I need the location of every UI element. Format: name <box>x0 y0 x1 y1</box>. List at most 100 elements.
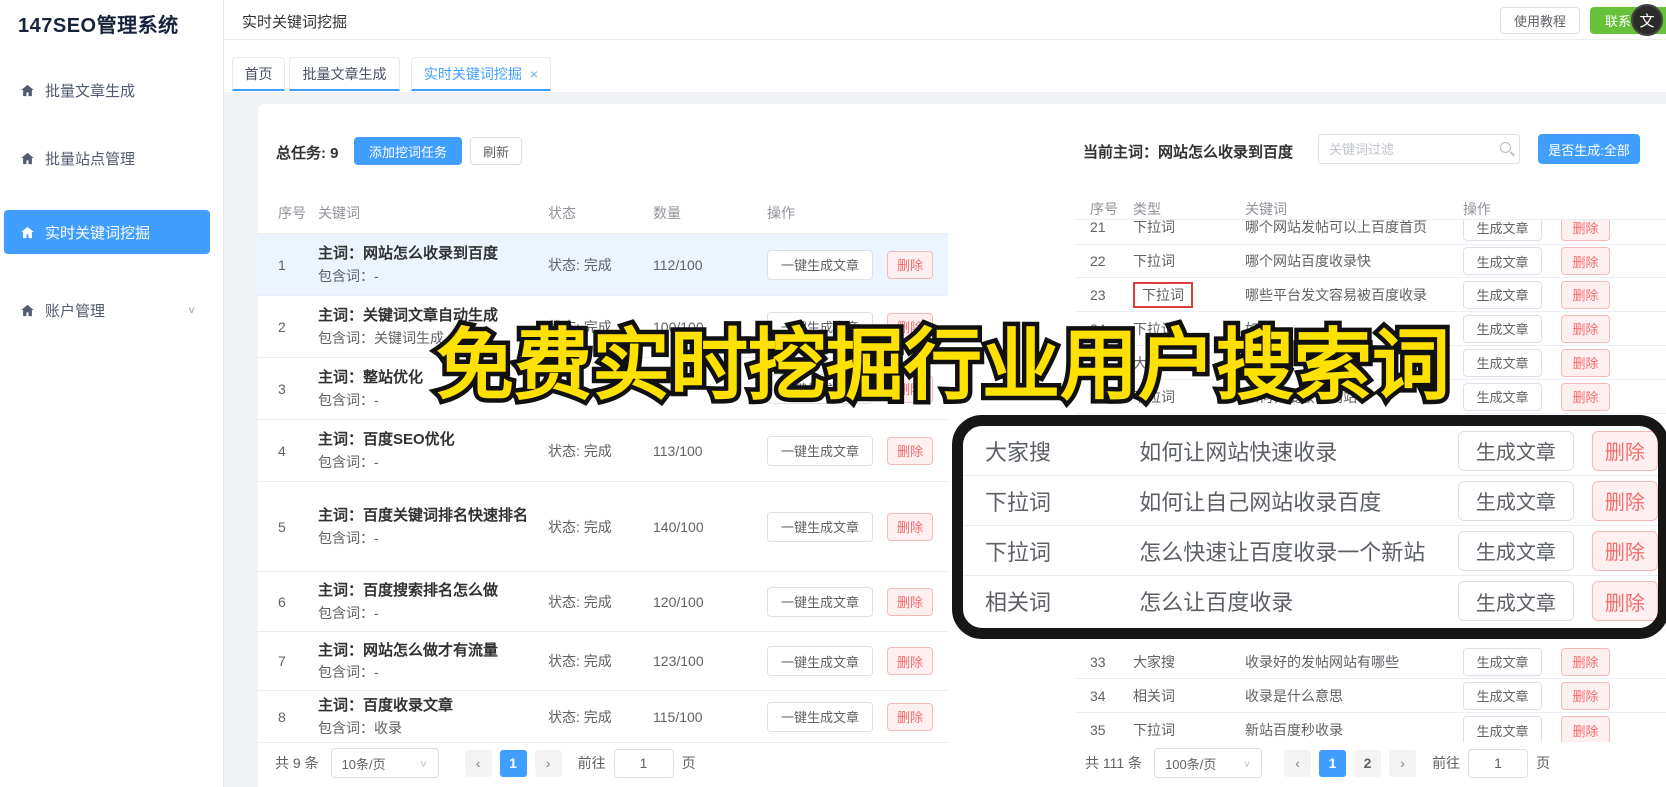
delete-button[interactable]: 删除 <box>1561 247 1610 275</box>
help-button[interactable]: 使用教程 <box>1500 7 1580 34</box>
refresh-button[interactable]: 刷新 <box>470 137 522 165</box>
delete-button[interactable]: 删除 <box>1591 480 1658 521</box>
row-main-keyword: 主词：百度SEO优化 <box>318 431 455 449</box>
delete-button[interactable]: 删除 <box>1561 382 1610 411</box>
generate-article-button[interactable]: 生成文章 <box>1458 530 1574 571</box>
generate-article-button[interactable]: 生成文章 <box>1463 716 1542 742</box>
task-table: 1 主词：网站怎么收录到百度 包含词：- 状态: 完成 112/100 一键生成… <box>256 233 948 743</box>
prev-page-button[interactable]: ‹ <box>464 749 492 777</box>
generate-article-button[interactable]: 生成文章 <box>1463 647 1542 676</box>
generate-article-button[interactable]: 生成文章 <box>1463 247 1542 275</box>
table-row[interactable]: 8 主词：百度收录文章 包含词：收录 状态: 完成 115/100 一键生成文章… <box>256 691 948 743</box>
table-row[interactable]: 1 主词：网站怎么收录到百度 包含词：- 状态: 完成 112/100 一键生成… <box>256 234 948 296</box>
page-size-value: 100条/页 <box>1165 756 1217 772</box>
generate-article-button[interactable]: 生成文章 <box>1458 480 1574 521</box>
row-keyword: 如何让网站快速收录 <box>1139 439 1338 465</box>
delete-button[interactable]: 删除 <box>1591 530 1658 571</box>
page-button-1[interactable]: 1 <box>1319 749 1347 777</box>
row-keyword: 收录是什么意思 <box>1245 687 1343 704</box>
tab-home[interactable]: 首页 <box>232 57 285 91</box>
delete-button[interactable]: 删除 <box>887 512 933 541</box>
delete-button[interactable]: 删除 <box>1561 716 1610 742</box>
generate-article-button[interactable]: 生成文章 <box>1463 220 1542 241</box>
keyword-filter-input[interactable] <box>1318 134 1520 164</box>
translate-icon[interactable]: 文 <box>1631 4 1663 36</box>
col-keyword: 关键词 <box>318 205 360 221</box>
sidebar-item-keyword-mining[interactable]: 实时关键词挖掘 <box>4 210 210 254</box>
delete-button[interactable]: 删除 <box>1561 220 1610 241</box>
highlighted-type-box: 下拉词 <box>1133 281 1193 308</box>
generate-article-button[interactable]: 生成文章 <box>1463 280 1542 309</box>
page-button-2[interactable]: 2 <box>1354 749 1382 777</box>
generate-article-button[interactable]: 一键生成文章 <box>767 646 873 676</box>
row-no: 4 <box>278 442 286 459</box>
col-type: 类型 <box>1133 200 1161 217</box>
row-sub-keyword: 包含词：- <box>318 529 379 546</box>
delete-button[interactable]: 删除 <box>1561 348 1610 377</box>
row-status: 状态: 完成 <box>548 653 612 669</box>
delete-button[interactable]: 删除 <box>887 702 933 731</box>
app-logo: 147SEO管理系统 <box>18 15 179 37</box>
row-no: 8 <box>278 708 286 725</box>
goto-page-input[interactable] <box>613 748 674 778</box>
row-sub-keyword: 包含词：收录 <box>318 719 402 736</box>
generate-article-button[interactable]: 一键生成文章 <box>767 586 873 617</box>
close-icon[interactable]: × <box>530 66 538 82</box>
row-sub-keyword: 包含词：- <box>318 267 379 284</box>
table-row[interactable]: 5 主词：百度关键词排名快速排名 包含词：- 状态: 完成 140/100 一键… <box>256 482 948 572</box>
generate-article-button[interactable]: 生成文章 <box>1458 430 1574 471</box>
delete-button[interactable]: 删除 <box>1561 647 1610 676</box>
generate-article-button[interactable]: 生成文章 <box>1463 348 1542 377</box>
row-no: 2 <box>278 318 286 335</box>
generate-article-button[interactable]: 生成文章 <box>1463 314 1542 343</box>
page-size-select[interactable]: 100条/页 ∨ <box>1154 748 1263 778</box>
generate-article-button[interactable]: 一键生成文章 <box>767 511 873 542</box>
chevron-down-icon: ∨ <box>419 758 428 769</box>
generate-article-button[interactable]: 一键生成文章 <box>767 701 873 732</box>
row-main-keyword: 主词：网站怎么做才有流量 <box>318 641 499 659</box>
table-row[interactable]: 4 主词：百度SEO优化 包含词：- 状态: 完成 113/100 一键生成文章… <box>256 420 948 482</box>
sidebar-item-batch-site[interactable]: 批量站点管理 <box>4 136 210 180</box>
tab-batch-article[interactable]: 批量文章生成 <box>289 57 400 91</box>
delete-button[interactable]: 删除 <box>887 250 933 279</box>
tab-bar: 首页 批量文章生成 实时关键词挖掘 × <box>224 40 1666 92</box>
delete-button[interactable]: 删除 <box>1591 430 1658 471</box>
tab-keyword-mining[interactable]: 实时关键词挖掘 × <box>411 57 551 91</box>
delete-button[interactable]: 删除 <box>887 436 933 465</box>
generate-article-button[interactable]: 生成文章 <box>1463 681 1542 710</box>
table-row: 35 下拉词 新站百度秒收录 生成文章 删除 <box>1075 713 1666 742</box>
row-sub-keyword: 包含词：- <box>318 604 379 621</box>
table-row[interactable]: 7 主词：网站怎么做才有流量 包含词：- 状态: 完成 123/100 一键生成… <box>256 632 948 691</box>
generate-article-button[interactable]: 生成文章 <box>1458 581 1574 621</box>
col-ops: 操作 <box>1463 200 1491 217</box>
home-icon <box>20 225 35 240</box>
goto-page-input[interactable] <box>1468 748 1529 778</box>
table-row: 22 下拉词 哪个网站百度收录快 生成文章 删除 <box>1075 244 1666 278</box>
row-main-keyword: 主词：百度关键词排名快速排名 <box>318 507 529 525</box>
generate-article-button[interactable]: 一键生成文章 <box>767 249 873 280</box>
delete-button[interactable]: 删除 <box>887 647 933 675</box>
row-sub-keyword: 包含词：- <box>318 664 379 681</box>
sidebar-item-account[interactable]: 账户管理 ∨ <box>4 288 210 332</box>
delete-button[interactable]: 删除 <box>1561 681 1610 710</box>
delete-button[interactable]: 删除 <box>1561 280 1610 309</box>
row-count: 120/100 <box>653 593 704 610</box>
delete-button[interactable]: 删除 <box>1591 581 1658 621</box>
next-page-button[interactable]: › <box>534 749 562 777</box>
page-size-value: 10条/页 <box>341 756 386 772</box>
delete-button[interactable]: 删除 <box>887 587 933 616</box>
generate-article-button[interactable]: 生成文章 <box>1463 382 1542 411</box>
sidebar-item-batch-article[interactable]: 批量文章生成 <box>4 68 210 112</box>
prev-page-button[interactable]: ‹ <box>1284 749 1312 777</box>
next-page-button[interactable]: › <box>1389 749 1417 777</box>
delete-button[interactable]: 删除 <box>1561 314 1610 343</box>
add-task-button[interactable]: 添加挖词任务 <box>354 137 462 165</box>
table-row[interactable]: 6 主词：百度搜索排名怎么做 包含词：- 状态: 完成 120/100 一键生成… <box>256 572 948 632</box>
row-status: 状态: 完成 <box>548 442 612 459</box>
page-button-1[interactable]: 1 <box>499 749 527 777</box>
page-size-select[interactable]: 10条/页 ∨ <box>330 748 439 778</box>
generate-all-button[interactable]: 是否生成:全部 <box>1538 134 1640 164</box>
row-type: 下拉词 <box>1133 220 1175 235</box>
generate-article-button[interactable]: 一键生成文章 <box>767 435 873 466</box>
row-sub-keyword: 包含词：- <box>318 453 379 470</box>
